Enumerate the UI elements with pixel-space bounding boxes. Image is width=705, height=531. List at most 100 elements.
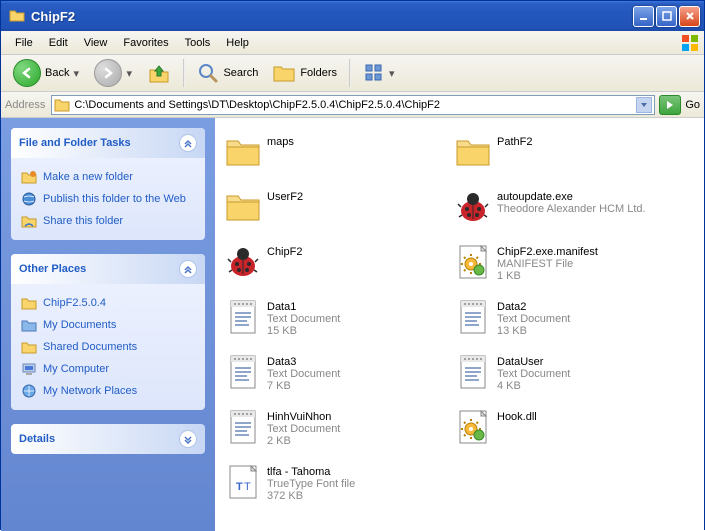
file-name: Hook.dll: [497, 411, 537, 423]
file-name: DataUser: [497, 356, 570, 368]
menu-view[interactable]: View: [76, 34, 116, 52]
place-my-documents[interactable]: My Documents: [21, 314, 195, 336]
folder-icon: [54, 98, 70, 112]
file-name: Data1: [267, 301, 340, 313]
task-publish-web[interactable]: Publish this folder to the Web: [21, 188, 195, 210]
file-item[interactable]: HinhVuiNhonText Document2 KB: [221, 405, 451, 460]
sidebar: File and Folder Tasks Make a new folder …: [1, 118, 215, 531]
panel-header[interactable]: File and Folder Tasks: [11, 128, 205, 158]
file-list[interactable]: maps PathF2 UserF2 autoupdate.exeTheodore A…: [215, 118, 704, 531]
documents-icon: [21, 317, 37, 333]
file-size: 4 KB: [497, 380, 570, 392]
minimize-button[interactable]: [633, 6, 654, 27]
place-my-computer[interactable]: My Computer: [21, 358, 195, 380]
address-dropdown-button[interactable]: [636, 97, 652, 113]
file-item[interactable]: ChipF2.exe.manifestMANIFEST File1 KB: [451, 240, 681, 295]
back-label: Back: [45, 67, 69, 79]
file-name: UserF2: [267, 191, 303, 203]
file-item[interactable]: maps: [221, 130, 451, 185]
file-size: 13 KB: [497, 325, 570, 337]
views-button[interactable]: ▾: [357, 59, 402, 87]
file-meta: Theodore Alexander HCM Ltd.: [497, 203, 646, 215]
go-button[interactable]: [659, 95, 681, 115]
file-meta: Text Document: [267, 313, 340, 325]
panel-header[interactable]: Other Places: [11, 254, 205, 284]
file-item[interactable]: Data3Text Document7 KB: [221, 350, 451, 405]
text-icon: [223, 352, 263, 392]
file-item[interactable]: autoupdate.exeTheodore Alexander HCM Ltd…: [451, 185, 681, 240]
place-label: My Computer: [43, 363, 109, 375]
up-button[interactable]: [141, 58, 177, 88]
task-label: Share this folder: [43, 215, 123, 227]
folders-button[interactable]: Folders: [266, 59, 343, 87]
menu-edit[interactable]: Edit: [41, 34, 76, 52]
menu-file[interactable]: File: [7, 34, 41, 52]
file-item[interactable]: ChipF2: [221, 240, 451, 295]
file-name: PathF2: [497, 136, 532, 148]
search-label: Search: [223, 67, 258, 79]
chevron-down-icon: ▾: [73, 67, 80, 80]
file-size: 372 KB: [267, 490, 355, 502]
text-icon: [223, 407, 263, 447]
address-input[interactable]: [74, 99, 636, 111]
toolbar: Back ▾ ▾ Search Folders ▾: [1, 55, 704, 92]
collapse-icon: [179, 134, 197, 152]
computer-icon: [21, 361, 37, 377]
file-name: maps: [267, 136, 294, 148]
file-meta: Text Document: [267, 423, 340, 435]
text-icon: [223, 297, 263, 337]
expand-icon: [179, 430, 197, 448]
file-item[interactable]: Data1Text Document15 KB: [221, 295, 451, 350]
client-area: File and Folder Tasks Make a new folder …: [1, 118, 704, 531]
chevron-down-icon: ▾: [389, 67, 396, 80]
place-label: My Documents: [43, 319, 116, 331]
go-label: Go: [685, 99, 700, 111]
file-name: HinhVuiNhon: [267, 411, 340, 423]
views-icon: [363, 62, 385, 84]
chevron-down-icon: ▾: [126, 67, 133, 80]
folder-icon: [9, 8, 25, 24]
file-name: autoupdate.exe: [497, 191, 646, 203]
close-button[interactable]: [679, 6, 700, 27]
network-icon: [21, 383, 37, 399]
menu-bar: File Edit View Favorites Tools Help: [1, 31, 704, 55]
menu-tools[interactable]: Tools: [177, 34, 219, 52]
back-button[interactable]: Back ▾: [7, 56, 86, 90]
bug-icon: [223, 242, 263, 282]
address-box[interactable]: [51, 95, 655, 115]
maximize-button[interactable]: [656, 6, 677, 27]
file-item[interactable]: PathF2: [451, 130, 681, 185]
file-name: ChipF2.exe.manifest: [497, 246, 598, 258]
search-icon: [197, 62, 219, 84]
gear-icon: [453, 242, 493, 282]
place-label: My Network Places: [43, 385, 137, 397]
place-network[interactable]: My Network Places: [21, 380, 195, 402]
file-size: 1 KB: [497, 270, 598, 282]
folder-icon: [21, 295, 37, 311]
menu-favorites[interactable]: Favorites: [115, 34, 176, 52]
task-share-folder[interactable]: Share this folder: [21, 210, 195, 232]
window-title: ChipF2: [31, 9, 631, 24]
folder-icon: [223, 132, 263, 172]
forward-button[interactable]: ▾: [88, 56, 139, 90]
search-button[interactable]: Search: [191, 59, 264, 87]
panel-header[interactable]: Details: [11, 424, 205, 454]
file-item[interactable]: UserF2: [221, 185, 451, 240]
menu-help[interactable]: Help: [218, 34, 257, 52]
file-item[interactable]: Hook.dll: [451, 405, 681, 460]
file-name: Data2: [497, 301, 570, 313]
place-label: Shared Documents: [43, 341, 137, 353]
text-icon: [453, 352, 493, 392]
file-item[interactable]: TTtlfa - TahomaTrueType Font file372 KB: [221, 460, 451, 515]
separator: [183, 59, 185, 87]
file-name: ChipF2: [267, 246, 302, 258]
place-label: ChipF2.5.0.4: [43, 297, 106, 309]
panel-title: Other Places: [19, 263, 86, 275]
place-shared-documents[interactable]: Shared Documents: [21, 336, 195, 358]
task-make-folder[interactable]: Make a new folder: [21, 166, 195, 188]
file-item[interactable]: Data2Text Document13 KB: [451, 295, 681, 350]
task-label: Make a new folder: [43, 171, 133, 183]
file-item[interactable]: DataUserText Document4 KB: [451, 350, 681, 405]
svg-text:T: T: [236, 481, 243, 493]
place-parent-folder[interactable]: ChipF2.5.0.4: [21, 292, 195, 314]
